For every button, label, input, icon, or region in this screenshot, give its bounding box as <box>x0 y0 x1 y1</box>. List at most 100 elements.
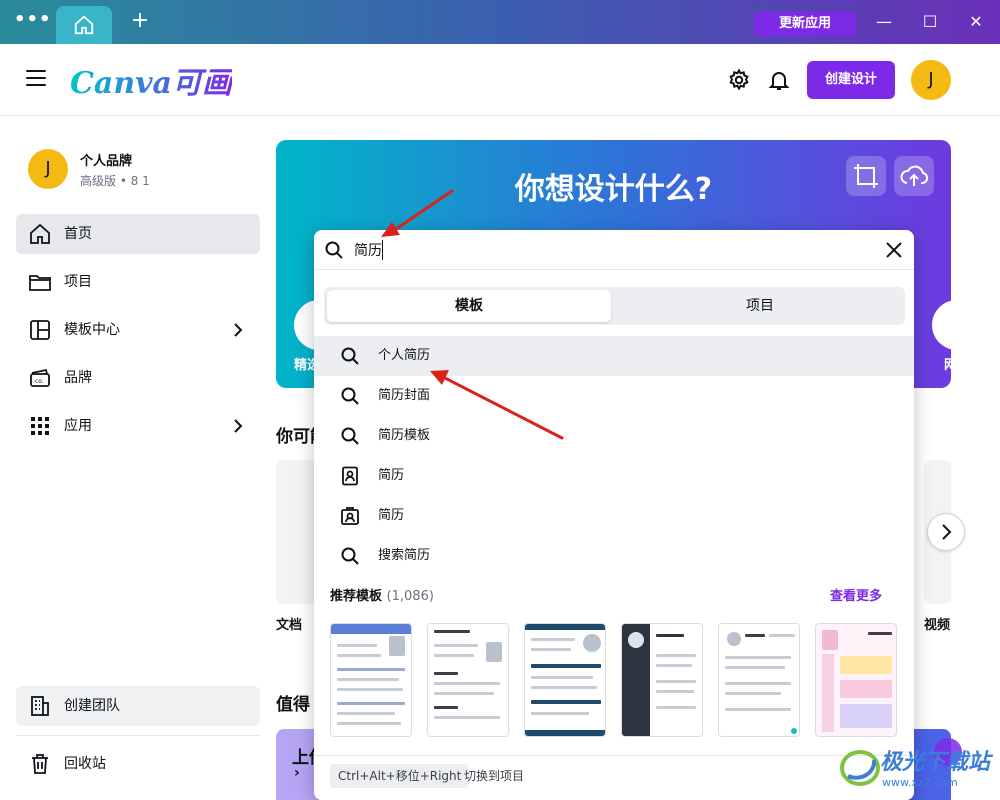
web-category-icon[interactable] <box>932 300 951 350</box>
text-caret <box>382 240 383 260</box>
sidebar-item-brand[interactable]: co. 品牌 <box>16 358 260 398</box>
recommended-count: (1,086) <box>386 589 434 604</box>
thumb-line <box>337 712 395 715</box>
recommended-label: 推荐模板 <box>330 589 383 604</box>
sidebar-item-apps[interactable]: 应用 <box>16 406 260 446</box>
thumb-line <box>725 708 791 711</box>
thumb-line <box>725 666 785 669</box>
template-thumbnail[interactable] <box>621 623 703 737</box>
suggestion-item[interactable]: 搜索简历 <box>314 536 914 576</box>
thumb-line <box>434 672 458 675</box>
profile-avatar[interactable]: J <box>28 149 68 189</box>
minimize-button[interactable]: — <box>872 10 896 34</box>
more-menu-icon[interactable]: ••• <box>14 10 51 34</box>
sidebar-item-label: 应用 <box>64 418 92 434</box>
thumb-line <box>868 632 892 635</box>
close-window-button[interactable]: ✕ <box>964 10 988 34</box>
suggestion-item[interactable]: 简历模板 <box>314 416 914 456</box>
resume-id-icon <box>341 507 359 525</box>
sidebar-item-projects[interactable]: 项目 <box>16 262 260 302</box>
recommended-templates-title: 推荐模板 (1,086) <box>330 585 434 604</box>
template-thumbnail[interactable] <box>427 623 509 737</box>
template-thumbnail[interactable] <box>524 623 606 737</box>
sidebar-item-trash[interactable]: 回收站 <box>16 744 260 784</box>
thumb-line <box>725 682 791 685</box>
new-tab-button[interactable]: + <box>128 10 152 34</box>
canva-logo[interactable]: Canva可画 <box>70 58 232 102</box>
close-icon[interactable] <box>884 240 904 260</box>
keyboard-shortcut: Ctrl+Alt+移位+Right <box>330 764 470 788</box>
template-thumbnail[interactable] <box>330 623 412 737</box>
thumb-header <box>525 624 605 630</box>
tab-templates[interactable]: 模板 <box>327 290 611 322</box>
svg-text:co.: co. <box>35 378 44 385</box>
sidebar-item-home[interactable]: 首页 <box>16 214 260 254</box>
custom-size-icon[interactable] <box>846 156 886 196</box>
profile-name[interactable]: 个人品牌 <box>80 150 132 169</box>
thumb-line <box>656 634 684 637</box>
app-header: Canva可画 创建设计 J <box>0 44 1000 116</box>
home-tab[interactable] <box>56 6 112 44</box>
thumb-line <box>656 706 696 709</box>
maximize-button[interactable]: ☐ <box>918 10 942 34</box>
suggestion-item[interactable]: 简历 <box>314 496 914 536</box>
see-more-link[interactable]: 查看更多 <box>830 585 882 604</box>
template-thumbnail[interactable] <box>718 623 800 737</box>
sidebar-item-label: 首页 <box>64 226 92 242</box>
thumb-line <box>531 712 589 715</box>
thumb-dot <box>791 728 797 734</box>
thumb-photo <box>583 634 601 652</box>
thumb-line <box>337 688 403 691</box>
thumb-line <box>434 716 500 719</box>
thumb-line <box>531 676 593 679</box>
template-thumbnail[interactable] <box>815 623 897 737</box>
thumb-photo <box>727 632 741 646</box>
suggestion-item[interactable]: 个人简历 <box>314 336 914 376</box>
search-footer: Ctrl+Alt+移位+Right 切换到项目 <box>314 755 914 800</box>
doc-card[interactable] <box>276 460 316 604</box>
create-design-button[interactable]: 创建设计 <box>807 61 895 99</box>
suggestion-item[interactable]: 简历封面 <box>314 376 914 416</box>
tab-projects[interactable]: 项目 <box>618 290 902 322</box>
suggestion-item[interactable]: 简历 <box>314 456 914 496</box>
thumb-line <box>531 686 597 689</box>
search-tabs: 模板 项目 <box>324 287 905 325</box>
bell-icon[interactable] <box>767 68 791 92</box>
chevron-right-icon <box>234 323 243 337</box>
thumb-line <box>531 648 571 651</box>
suggestion-label: 搜索简历 <box>378 548 431 563</box>
section-title: 值得 <box>276 695 310 715</box>
upload-cloud-icon[interactable] <box>894 156 934 196</box>
thumb-block <box>840 656 892 674</box>
apps-grid-icon <box>31 417 49 435</box>
folder-icon <box>29 275 51 291</box>
update-app-button[interactable]: 更新应用 <box>754 12 856 36</box>
create-team-button[interactable]: 创建团队 <box>16 686 260 726</box>
suggestion-label: 简历 <box>378 508 405 523</box>
watermark-text: 极光下载站 <box>880 750 991 775</box>
team-building-icon <box>31 696 49 716</box>
chevron-right-icon: › <box>294 765 300 781</box>
suggestion-label: 个人简历 <box>378 348 431 363</box>
thumb-footer <box>525 730 605 736</box>
thumb-line <box>337 644 377 647</box>
thumb-line <box>725 692 781 695</box>
suggestion-label: 简历 <box>378 468 405 483</box>
avatar[interactable]: J <box>911 60 951 100</box>
thumb-line <box>337 722 401 725</box>
thumb-block <box>840 680 892 698</box>
thumb-line <box>337 678 399 681</box>
thumb-side <box>822 654 834 732</box>
gear-icon[interactable] <box>727 68 751 92</box>
trash-icon <box>32 754 48 774</box>
carousel-next-button[interactable] <box>927 513 965 551</box>
thumb-line <box>337 702 405 705</box>
thumb-line <box>434 644 478 647</box>
sidebar-item-label: 回收站 <box>64 756 106 772</box>
thumb-line <box>656 680 696 683</box>
sidebar-item-templates[interactable]: 模板中心 <box>16 310 260 350</box>
resume-doc-icon <box>342 466 358 486</box>
thumb-line <box>434 654 474 657</box>
search-input[interactable] <box>354 236 874 264</box>
menu-icon[interactable] <box>26 70 46 86</box>
